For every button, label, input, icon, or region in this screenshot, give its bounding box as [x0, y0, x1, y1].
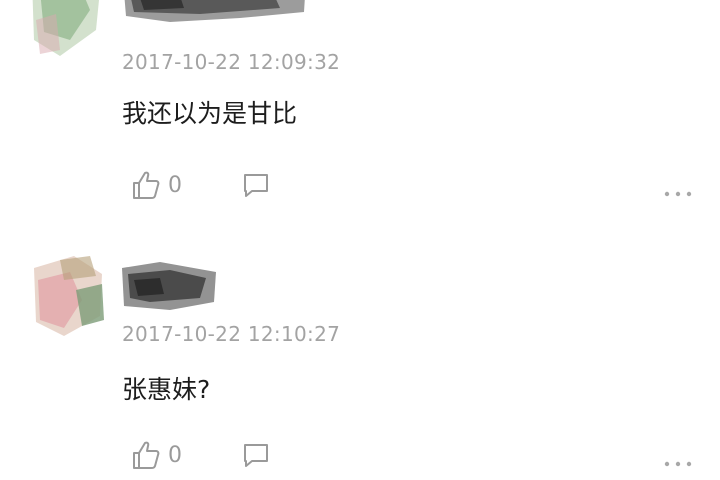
comment-item: 2017-10-22 12:09:32 我还以为是甘比 0	[0, 0, 720, 232]
like-count: 0	[168, 442, 182, 468]
more-dots-icon	[664, 461, 692, 467]
reply-button[interactable]	[242, 442, 270, 472]
thumbs-up-icon	[133, 441, 160, 469]
more-dots-icon	[664, 191, 692, 197]
comment-actions: 0	[122, 168, 692, 202]
comment-text: 张惠妹?	[122, 375, 211, 404]
avatar[interactable]	[30, 0, 106, 60]
comment-bubble-icon	[244, 174, 268, 197]
thumbs-up-icon	[133, 171, 160, 199]
comment-bubble-icon	[244, 444, 268, 467]
username-redacted[interactable]	[120, 258, 220, 318]
comment-timestamp: 2017-10-22 12:10:27	[122, 322, 341, 346]
more-button[interactable]	[664, 182, 692, 201]
username-redacted[interactable]	[120, 0, 310, 28]
comment-item: 2017-10-22 12:10:27 张惠妹? 0	[0, 240, 720, 480]
comment-actions: 0	[122, 438, 692, 472]
more-button[interactable]	[664, 452, 692, 471]
like-count: 0	[168, 172, 182, 198]
like-button[interactable]: 0	[132, 168, 182, 202]
avatar[interactable]	[30, 250, 106, 340]
reply-button[interactable]	[242, 172, 270, 202]
comment-timestamp: 2017-10-22 12:09:32	[122, 50, 341, 74]
like-button[interactable]: 0	[132, 438, 182, 472]
comment-text: 我还以为是甘比	[122, 99, 298, 128]
